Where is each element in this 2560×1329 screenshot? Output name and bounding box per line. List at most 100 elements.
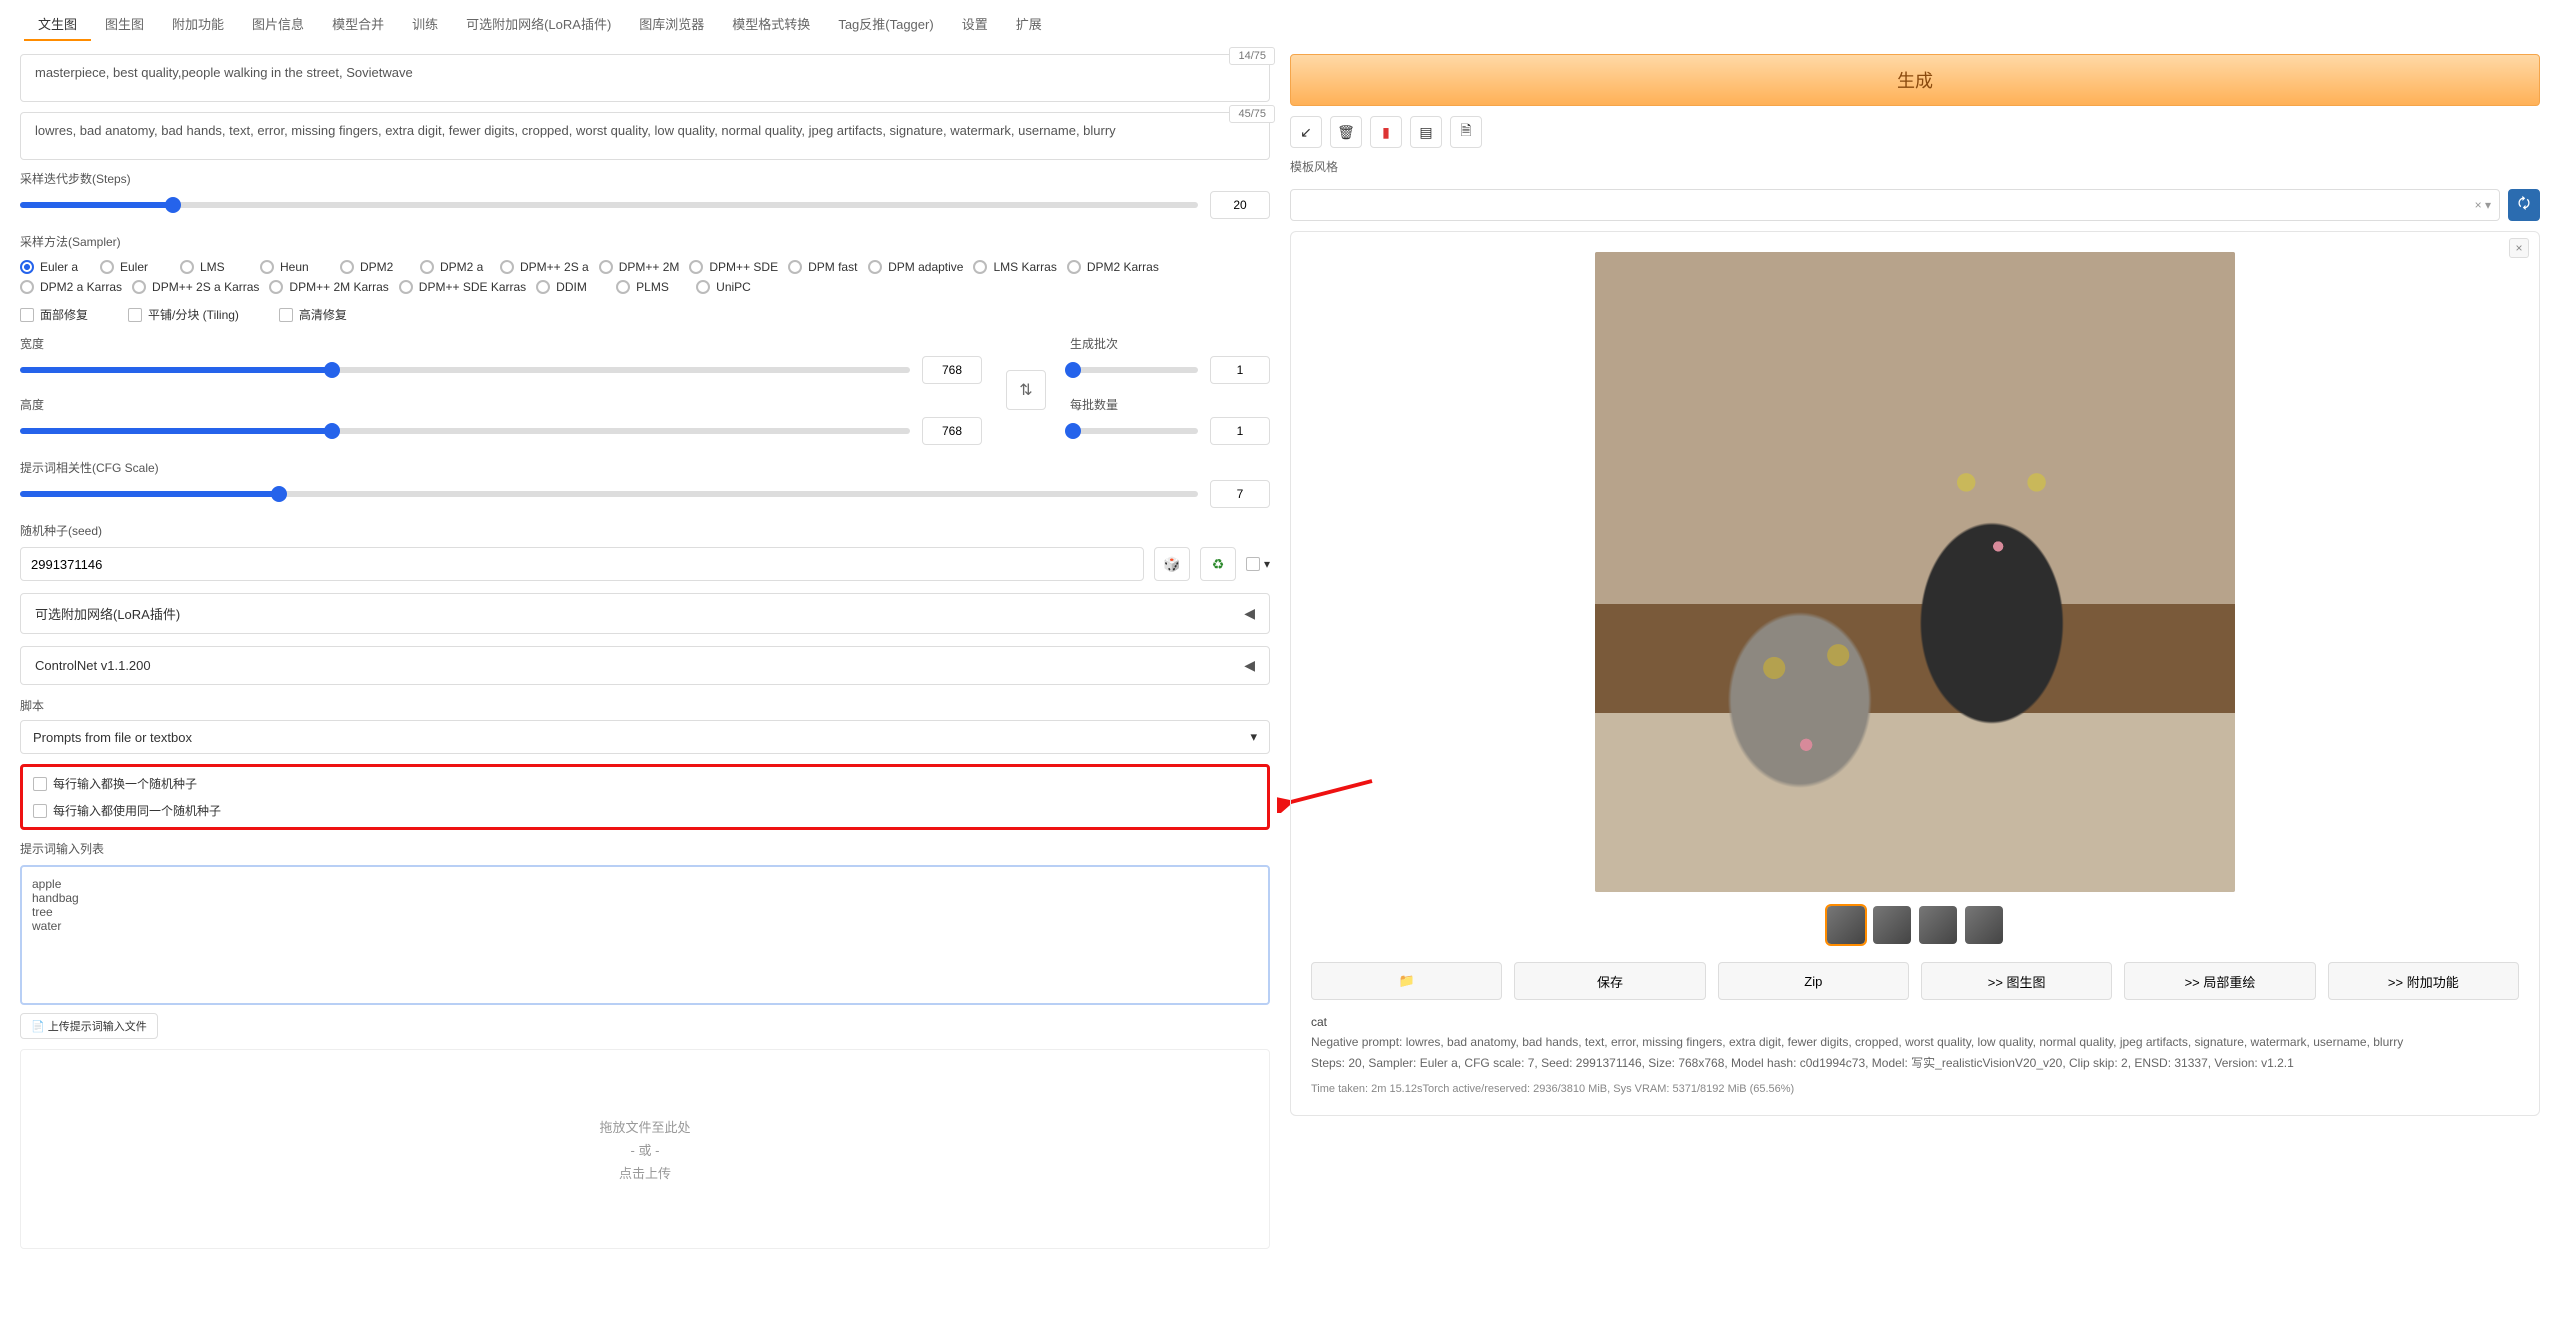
prompt-list-textarea[interactable]: apple handbag tree water bbox=[20, 865, 1270, 1005]
zip-button[interactable]: Zip bbox=[1718, 962, 1909, 1000]
close-result-button[interactable]: × bbox=[2509, 238, 2529, 258]
height-label: 高度 bbox=[20, 396, 982, 413]
tab-6[interactable]: 可选附加网络(LoRA插件) bbox=[452, 8, 625, 41]
sampler-DPM2-a[interactable]: DPM2 a bbox=[420, 260, 490, 274]
batch-size-value[interactable] bbox=[1210, 417, 1270, 445]
seed-random-button[interactable]: 🎲 bbox=[1154, 547, 1190, 581]
stop-icon[interactable]: ▮ bbox=[1370, 116, 1402, 148]
time-info: Time taken: 2m 15.12sTorch active/reserv… bbox=[1311, 1083, 2519, 1095]
thumb-1[interactable] bbox=[1827, 906, 1865, 944]
seed-input[interactable] bbox=[20, 547, 1144, 581]
save-icon[interactable]: 🗎 bbox=[1450, 116, 1482, 148]
tab-7[interactable]: 图库浏览器 bbox=[625, 8, 718, 41]
hires-check[interactable]: 高清修复 bbox=[279, 306, 347, 323]
steps-slider[interactable] bbox=[20, 202, 1198, 208]
sampler-DPM++-SDE-Karras[interactable]: DPM++ SDE Karras bbox=[399, 280, 526, 294]
card-icon[interactable]: ▤ bbox=[1410, 116, 1442, 148]
template-label: 模板风格 bbox=[1290, 158, 2540, 175]
lora-accordion[interactable]: 可选附加网络(LoRA插件)◀ bbox=[20, 593, 1270, 634]
tab-8[interactable]: 模型格式转换 bbox=[718, 8, 824, 41]
batch-count-value[interactable] bbox=[1210, 356, 1270, 384]
prompt-list-label: 提示词输入列表 bbox=[20, 840, 1270, 857]
send-extras-button[interactable]: >> 附加功能 bbox=[2328, 962, 2519, 1000]
sampler-Heun[interactable]: Heun bbox=[260, 260, 330, 274]
negative-prompt-text: lowres, bad anatomy, bad hands, text, er… bbox=[35, 123, 1116, 138]
sampler-DPM-adaptive[interactable]: DPM adaptive bbox=[868, 260, 963, 274]
tab-4[interactable]: 模型合并 bbox=[318, 8, 398, 41]
tab-11[interactable]: 扩展 bbox=[1002, 8, 1056, 41]
controlnet-accordion[interactable]: ControlNet v1.1.200◀ bbox=[20, 646, 1270, 685]
sampler-DPM++-2M-Karras[interactable]: DPM++ 2M Karras bbox=[269, 280, 388, 294]
batch-count-label: 生成批次 bbox=[1070, 335, 1270, 352]
width-value[interactable] bbox=[922, 356, 982, 384]
tiling-check[interactable]: 平铺/分块 (Tiling) bbox=[128, 306, 239, 323]
sampler-Euler-a[interactable]: Euler a bbox=[20, 260, 90, 274]
seed-recycle-button[interactable]: ♻ bbox=[1200, 547, 1236, 581]
generation-info: cat Negative prompt: lowres, bad anatomy… bbox=[1311, 1012, 2519, 1073]
negative-prompt[interactable]: 45/75 lowres, bad anatomy, bad hands, te… bbox=[20, 112, 1270, 160]
height-value[interactable] bbox=[922, 417, 982, 445]
send-inpaint-button[interactable]: >> 局部重绘 bbox=[2124, 962, 2315, 1000]
tab-9[interactable]: Tag反推(Tagger) bbox=[824, 8, 947, 41]
positive-count: 14/75 bbox=[1229, 47, 1275, 65]
save-button[interactable]: 保存 bbox=[1514, 962, 1705, 1000]
sampler-DPM++-2M[interactable]: DPM++ 2M bbox=[599, 260, 680, 274]
batch-count-slider[interactable] bbox=[1070, 367, 1198, 373]
swap-wh-button[interactable]: ⇅ bbox=[1006, 370, 1046, 410]
face-restore-check[interactable]: 面部修复 bbox=[20, 306, 88, 323]
negative-count: 45/75 bbox=[1229, 105, 1275, 123]
thumb-2[interactable] bbox=[1873, 906, 1911, 944]
tab-1[interactable]: 图生图 bbox=[91, 8, 158, 41]
sampler-DPM++-SDE[interactable]: DPM++ SDE bbox=[689, 260, 778, 274]
steps-label: 采样迭代步数(Steps) bbox=[20, 170, 1270, 187]
sampler-DPM-fast[interactable]: DPM fast bbox=[788, 260, 858, 274]
refresh-styles-button[interactable]: 🗘 bbox=[2508, 189, 2540, 221]
sampler-list: Euler a Euler LMS Heun DPM2 DPM2 a DPM++ 2S a D… bbox=[20, 260, 1270, 294]
template-select[interactable]: × ▾ bbox=[1290, 189, 2500, 221]
tab-2[interactable]: 附加功能 bbox=[158, 8, 238, 41]
batch-size-slider[interactable] bbox=[1070, 428, 1198, 434]
sampler-PLMS[interactable]: PLMS bbox=[616, 280, 686, 294]
script-label: 脚本 bbox=[20, 697, 1270, 714]
send-img2img-button[interactable]: >> 图生图 bbox=[1921, 962, 2112, 1000]
toolbar-icons: ↙ 🗑 ▮ ▤ 🗎 bbox=[1290, 116, 2540, 148]
tab-10[interactable]: 设置 bbox=[948, 8, 1002, 41]
tab-3[interactable]: 图片信息 bbox=[238, 8, 318, 41]
trash-icon[interactable]: 🗑 bbox=[1330, 116, 1362, 148]
steps-value[interactable] bbox=[1210, 191, 1270, 219]
tab-5[interactable]: 训练 bbox=[398, 8, 452, 41]
open-folder-button[interactable]: 📁 bbox=[1311, 962, 1502, 1000]
same-seed-per-line-check[interactable]: 每行输入都使用同一个随机种子 bbox=[33, 802, 1257, 819]
cfg-slider[interactable] bbox=[20, 491, 1198, 497]
result-image[interactable] bbox=[1595, 252, 2235, 892]
sampler-DPM2-Karras[interactable]: DPM2 Karras bbox=[1067, 260, 1159, 274]
tab-0[interactable]: 文生图 bbox=[24, 8, 91, 41]
file-dropzone[interactable]: 拖放文件至此处 - 或 - 点击上传 bbox=[20, 1049, 1270, 1249]
positive-prompt[interactable]: 14/75 masterpiece, best quality,people w… bbox=[20, 54, 1270, 102]
height-slider[interactable] bbox=[20, 428, 910, 434]
width-label: 宽度 bbox=[20, 335, 982, 352]
script-select[interactable]: Prompts from file or textbox▾ bbox=[20, 720, 1270, 754]
sampler-DPM2[interactable]: DPM2 bbox=[340, 260, 410, 274]
upload-prompts-button[interactable]: 📄 上传提示词输入文件 bbox=[20, 1013, 158, 1039]
rand-seed-per-line-check[interactable]: 每行输入都换一个随机种子 bbox=[33, 775, 1257, 792]
seed-extra-toggle[interactable]: ▾ bbox=[1246, 547, 1270, 581]
sampler-LMS[interactable]: LMS bbox=[180, 260, 250, 274]
sampler-DPM++-2S-a[interactable]: DPM++ 2S a bbox=[500, 260, 589, 274]
generate-button[interactable]: 生成 bbox=[1290, 54, 2540, 106]
positive-prompt-text: masterpiece, best quality,people walking… bbox=[35, 65, 413, 80]
width-slider[interactable] bbox=[20, 367, 910, 373]
seed-label: 随机种子(seed) bbox=[20, 522, 1270, 539]
sampler-DDIM[interactable]: DDIM bbox=[536, 280, 606, 294]
sampler-Euler[interactable]: Euler bbox=[100, 260, 170, 274]
cfg-value[interactable] bbox=[1210, 480, 1270, 508]
sampler-UniPC[interactable]: UniPC bbox=[696, 280, 766, 294]
thumb-3[interactable] bbox=[1919, 906, 1957, 944]
thumb-4[interactable] bbox=[1965, 906, 2003, 944]
sampler-DPM2-a-Karras[interactable]: DPM2 a Karras bbox=[20, 280, 122, 294]
arrow-left-icon: ◀ bbox=[1244, 605, 1255, 622]
arrow-icon[interactable]: ↙ bbox=[1290, 116, 1322, 148]
batch-size-label: 每批数量 bbox=[1070, 396, 1270, 413]
sampler-LMS-Karras[interactable]: LMS Karras bbox=[973, 260, 1056, 274]
sampler-DPM++-2S-a-Karras[interactable]: DPM++ 2S a Karras bbox=[132, 280, 259, 294]
